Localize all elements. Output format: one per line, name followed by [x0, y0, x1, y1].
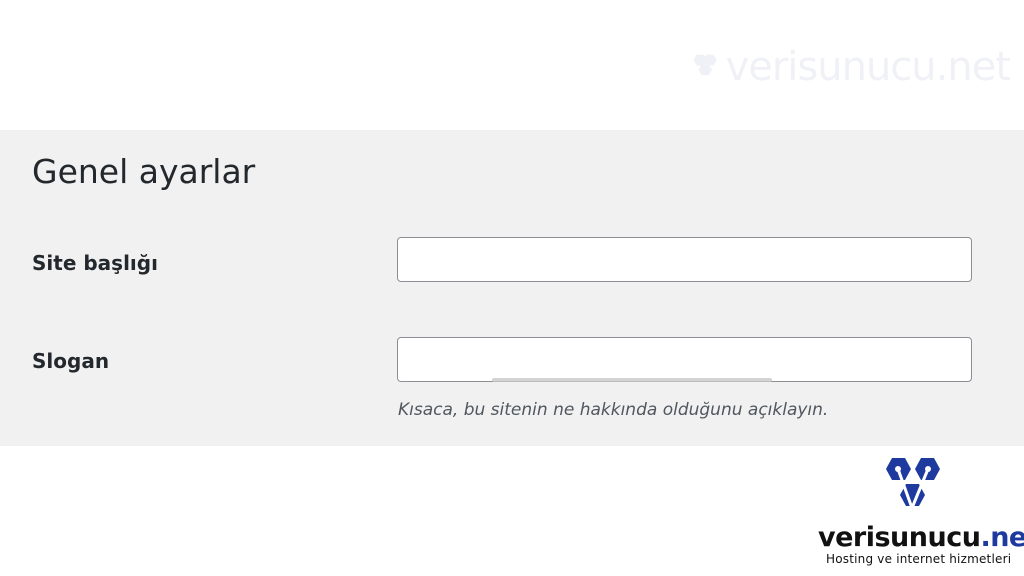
site-title-label: Site başlığı: [32, 251, 158, 275]
watermark-logo: verisunucu.net: [690, 32, 1011, 102]
slogan-description: Kısaca, bu sitenin ne hakkında olduğunu …: [398, 400, 829, 420]
watermark-text: verisunucu.net: [725, 44, 1011, 90]
brand-name-tld: .net: [980, 522, 1024, 553]
page: verisunucu.net Genel ayarlar Site başlığ…: [0, 0, 1024, 576]
brand-name: verisunucu.net: [818, 522, 1024, 553]
brand-logo: verisunucu.net Hosting ve internet hizme…: [810, 452, 1024, 570]
blurred-text-line: [492, 378, 772, 382]
brand-name-main: verisunucu: [818, 522, 981, 553]
slogan-input[interactable]: [397, 337, 972, 382]
hexagon-logo-icon: [886, 458, 940, 511]
page-title: Genel ayarlar: [32, 152, 256, 191]
site-title-input[interactable]: [397, 237, 972, 282]
slogan-label: Slogan: [32, 349, 110, 373]
brand-tagline: Hosting ve internet hizmetleri: [826, 552, 1012, 566]
hexagon-logo-icon: [693, 54, 717, 76]
